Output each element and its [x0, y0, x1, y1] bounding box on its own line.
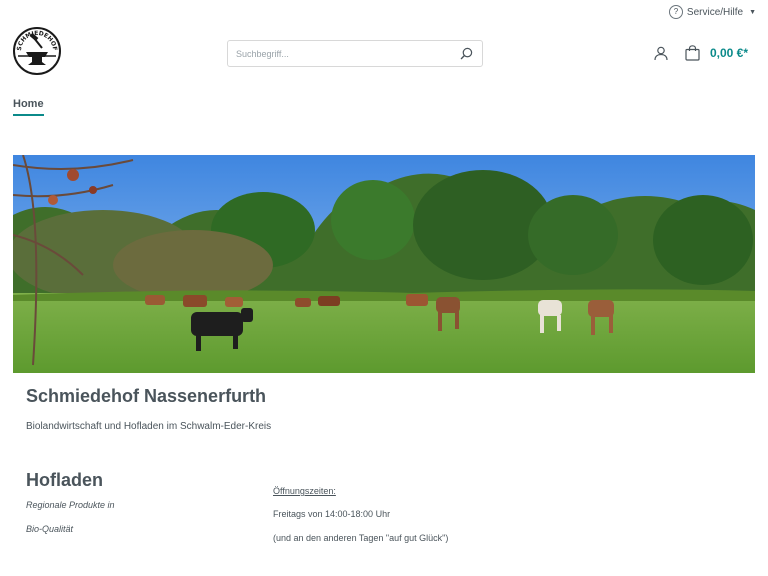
shopping-bag-icon — [684, 44, 702, 62]
chevron-down-icon: ▼ — [749, 8, 756, 16]
page-title: Schmiedehof Nassenerfurth — [26, 386, 267, 406]
search-bar — [227, 40, 483, 67]
hofladen-text-line2: Bio-Qualität — [26, 524, 74, 534]
user-icon[interactable] — [652, 44, 670, 62]
page-subtitle: Biolandwirtschaft und Hofladen im Schwal… — [26, 421, 272, 432]
hero-image — [13, 155, 755, 373]
opening-hours-label: Öffnungszeiten: — [273, 486, 336, 496]
hofladen-text-line1: Regionale Produkte in — [26, 500, 115, 510]
service-menu[interactable]: ? Service/Hilfe ▼ — [668, 3, 756, 21]
anvil-logo-icon: SCHMIEDEHOF — [13, 27, 61, 75]
question-circle-icon: ? — [668, 5, 683, 19]
search-icon[interactable] — [458, 46, 474, 62]
main-navigation: Home — [13, 94, 44, 116]
opening-hours-line1: Freitags von 14:00-18:00 Uhr — [273, 509, 391, 519]
nav-item-home[interactable]: Home — [13, 98, 44, 116]
service-label: Service/Hilfe — [686, 6, 744, 18]
header-actions: 0,00 €* — [652, 44, 748, 62]
hofladen-heading: Hofladen — [26, 470, 104, 490]
search-input[interactable] — [236, 48, 458, 59]
opening-hours-line2: (und an den anderen Tagen "auf gut Glück… — [273, 533, 449, 543]
site-logo[interactable]: SCHMIEDEHOF — [12, 26, 62, 76]
cart-button[interactable]: 0,00 €* — [684, 44, 748, 62]
cart-total: 0,00 €* — [709, 46, 748, 60]
